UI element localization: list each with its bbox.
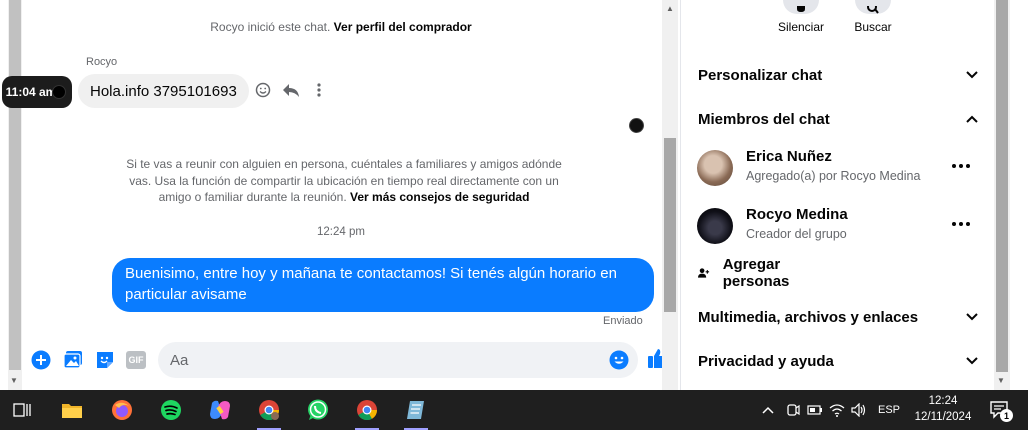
chat-members-row[interactable]: Miembros del chat bbox=[698, 108, 978, 130]
chevron-up-icon bbox=[966, 115, 978, 123]
member-subtitle: Agregado(a) por Rocyo Medina bbox=[746, 169, 921, 183]
copilot-icon[interactable] bbox=[204, 394, 236, 426]
right-edge bbox=[1010, 0, 1028, 390]
member-subtitle: Creador del grupo bbox=[746, 227, 847, 241]
add-people-label: Agregar personas bbox=[722, 256, 790, 290]
member-row-erica[interactable]: Erica Nuñez Agregado(a) por Rocyo Medina bbox=[697, 148, 977, 190]
chat-scroll-up-arrow[interactable]: ▲ bbox=[666, 4, 674, 13]
meet-now-icon[interactable] bbox=[782, 403, 804, 417]
add-people-row[interactable]: Agregar personas bbox=[698, 256, 798, 290]
tooltip-time: 11:04 am bbox=[5, 85, 57, 99]
message-composer: GIF bbox=[22, 340, 678, 380]
task-view-icon[interactable] bbox=[6, 394, 38, 426]
emoji-icon[interactable] bbox=[608, 349, 630, 371]
plus-icon[interactable] bbox=[30, 349, 52, 371]
chevron-down-icon bbox=[966, 357, 978, 365]
file-explorer-icon[interactable] bbox=[56, 394, 88, 426]
message-time-tooltip: 11:04 am bbox=[2, 76, 72, 108]
notification-badge: 1 bbox=[1000, 409, 1013, 422]
media-files-links-row[interactable]: Multimedia, archivos y enlaces bbox=[698, 306, 978, 328]
message-actions bbox=[254, 80, 328, 100]
member-row-rocyo[interactable]: Rocyo Medina Creador del grupo bbox=[697, 206, 977, 248]
member-name: Rocyo Medina bbox=[746, 206, 848, 223]
chat-info-panel bbox=[681, 0, 994, 390]
battery-icon[interactable] bbox=[804, 405, 826, 415]
spotify-icon[interactable] bbox=[155, 394, 187, 426]
chevron-up-icon[interactable] bbox=[760, 406, 776, 414]
clock[interactable]: 12:24 12/11/2024 bbox=[908, 393, 978, 425]
media-files-links-label: Multimedia, archivos y enlaces bbox=[698, 308, 919, 326]
chrome-profile-icon[interactable] bbox=[253, 394, 285, 430]
add-person-icon bbox=[698, 268, 710, 278]
view-buyer-profile-link[interactable]: Ver perfil del comprador bbox=[334, 20, 472, 34]
whatsapp-icon[interactable] bbox=[302, 394, 334, 426]
avatar[interactable] bbox=[697, 208, 733, 244]
photo-icon[interactable] bbox=[62, 349, 84, 371]
avatar[interactable] bbox=[697, 150, 733, 186]
customize-chat-label: Personalizar chat bbox=[698, 66, 823, 84]
bell-icon bbox=[783, 0, 819, 14]
search-button[interactable]: Buscar bbox=[838, 0, 908, 34]
search-icon bbox=[855, 0, 891, 14]
mute-label: Silenciar bbox=[777, 20, 825, 34]
privacy-help-label: Privacidad y ayuda bbox=[698, 352, 834, 370]
safety-tips-link[interactable]: Ver más consejos de seguridad bbox=[350, 190, 529, 204]
panel-scrollbar-thumb[interactable] bbox=[996, 0, 1008, 372]
message-input[interactable] bbox=[158, 342, 638, 378]
member-options-icon[interactable] bbox=[949, 156, 973, 176]
safety-notice: Si te vas a reunir con alguien en person… bbox=[118, 156, 570, 206]
more-options-icon[interactable] bbox=[310, 80, 328, 100]
chevron-down-icon bbox=[966, 313, 978, 321]
sender-name: Rocyo bbox=[86, 56, 118, 68]
system-tray: ESP bbox=[760, 390, 900, 430]
incoming-message-bubble[interactable]: Hola.info 3795101693 bbox=[78, 74, 249, 108]
gif-label: GIF bbox=[126, 351, 146, 369]
chevron-down-icon bbox=[966, 71, 978, 79]
mute-button[interactable]: Silenciar bbox=[766, 0, 836, 34]
chat-start-text: Rocyo inició este chat. bbox=[210, 20, 331, 34]
clock-time: 12:24 bbox=[928, 395, 958, 407]
wifi-icon[interactable] bbox=[826, 403, 848, 417]
seen-by-avatar bbox=[629, 118, 644, 133]
search-label: Buscar bbox=[854, 20, 892, 34]
member-options-icon[interactable] bbox=[949, 214, 973, 234]
notepad-icon[interactable] bbox=[400, 394, 432, 430]
panel-scroll-down-arrow[interactable]: ▼ bbox=[997, 376, 1005, 385]
chat-scrollbar-thumb[interactable] bbox=[664, 138, 676, 312]
outer-scrollbar-thumb[interactable] bbox=[9, 0, 21, 370]
privacy-help-row[interactable]: Privacidad y ayuda bbox=[698, 350, 978, 372]
gif-icon[interactable]: GIF bbox=[125, 349, 147, 371]
react-emoji-icon[interactable] bbox=[254, 80, 272, 100]
firefox-icon[interactable] bbox=[106, 394, 138, 426]
screen: ▼ Rocyo inició este chat. Ver perfil del… bbox=[0, 0, 1028, 430]
chrome-icon[interactable] bbox=[351, 394, 383, 430]
notification-icon[interactable]: 1 bbox=[984, 394, 1016, 426]
sent-status: Enviado bbox=[603, 315, 643, 327]
chat-start-notice: Rocyo inició este chat. Ver perfil del c… bbox=[22, 20, 660, 34]
customize-chat-row[interactable]: Personalizar chat bbox=[698, 64, 978, 86]
outgoing-message-bubble[interactable]: Buenisimo, entre hoy y mañana te contact… bbox=[112, 258, 654, 312]
sticker-icon[interactable] bbox=[94, 349, 116, 371]
taskbar: ESP 12:24 12/11/2024 1 bbox=[0, 390, 1028, 430]
volume-icon[interactable] bbox=[848, 403, 870, 417]
language-indicator[interactable]: ESP bbox=[878, 404, 900, 416]
reply-icon[interactable] bbox=[282, 80, 300, 100]
clock-date: 12/11/2024 bbox=[914, 411, 972, 423]
chat-members-label: Miembros del chat bbox=[698, 110, 830, 128]
outer-scroll-down-arrow[interactable]: ▼ bbox=[10, 376, 18, 385]
message-timestamp: 12:24 pm bbox=[317, 226, 365, 238]
member-name: Erica Nuñez bbox=[746, 148, 832, 165]
sender-avatar[interactable] bbox=[52, 85, 66, 99]
